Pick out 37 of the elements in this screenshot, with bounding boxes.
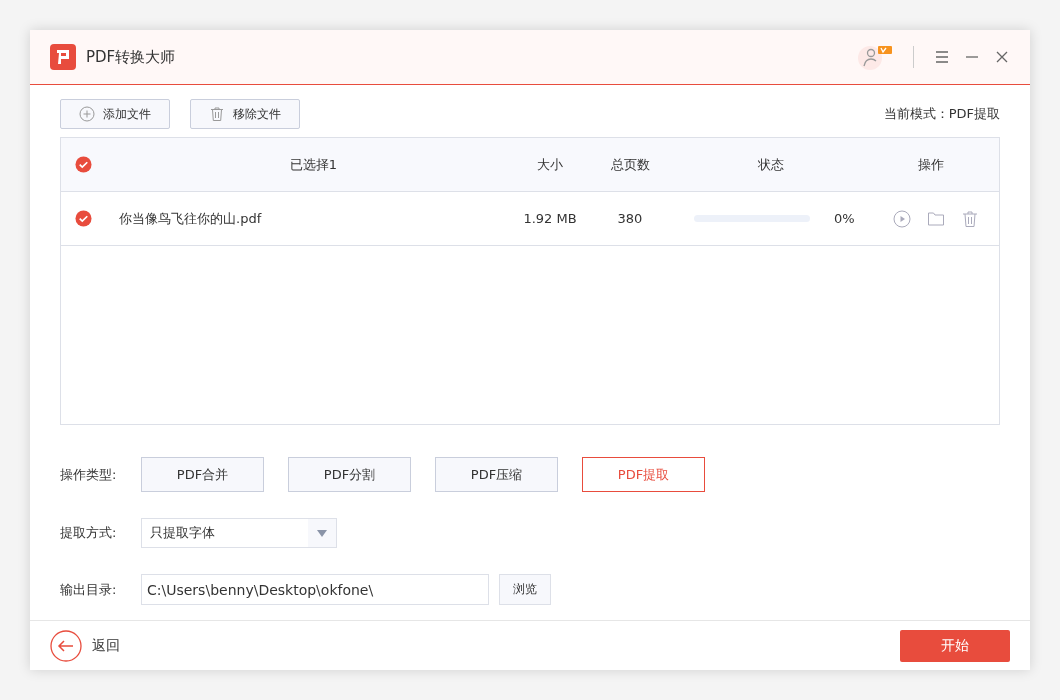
operation-type-button[interactable]: PDF提取 bbox=[582, 457, 705, 492]
browse-button[interactable]: 浏览 bbox=[499, 574, 551, 605]
file-name: 你当像鸟飞往你的山.pdf bbox=[118, 209, 263, 228]
window-title: PDF转换大师 bbox=[86, 47, 176, 67]
add-file-button[interactable]: 添加文件 bbox=[60, 99, 170, 129]
file-size: 1.92 MB bbox=[522, 211, 578, 226]
back-link[interactable]: 返回 bbox=[92, 636, 120, 655]
field-label: 操作类型: bbox=[60, 465, 118, 484]
field-label: 提取方式: bbox=[60, 524, 118, 542]
column-header: 总页数 bbox=[609, 155, 651, 174]
operation-type-button[interactable]: PDF合并 bbox=[141, 457, 264, 492]
checkbox[interactable] bbox=[75, 156, 92, 173]
column-header: 已选择1 bbox=[288, 155, 339, 174]
column-header: 操作 bbox=[917, 155, 945, 174]
menu-icon[interactable] bbox=[934, 49, 950, 65]
plus-circle-icon bbox=[79, 106, 95, 122]
column-header: 大小 bbox=[536, 155, 564, 174]
start-button[interactable]: 开始 bbox=[900, 629, 1010, 662]
current-mode-text: 当前模式：PDF提取 bbox=[883, 105, 1000, 123]
trash-icon[interactable] bbox=[961, 209, 979, 228]
play-icon[interactable] bbox=[893, 209, 911, 228]
trash-icon bbox=[209, 106, 225, 122]
app-logo bbox=[50, 44, 76, 70]
extract-mode-dropdown[interactable]: 只提取字体 bbox=[141, 518, 337, 548]
remove-file-button[interactable]: 移除文件 bbox=[190, 99, 300, 129]
operation-type-button[interactable]: PDF压缩 bbox=[435, 457, 558, 492]
user-vip-icon[interactable] bbox=[857, 44, 893, 70]
folder-icon[interactable] bbox=[927, 209, 945, 228]
close-icon[interactable] bbox=[994, 49, 1010, 65]
column-header: 状态 bbox=[757, 155, 785, 174]
page-count: 380 bbox=[616, 211, 644, 226]
caret-icon bbox=[317, 529, 327, 537]
progress-percent: 0% bbox=[834, 211, 855, 226]
field-label: 输出目录: bbox=[60, 580, 118, 599]
operation-type-button[interactable]: PDF分割 bbox=[288, 457, 411, 492]
output-path-field[interactable]: C:\Users\benny\Desktop\okfone\ bbox=[141, 574, 489, 605]
checkbox[interactable] bbox=[75, 210, 92, 227]
